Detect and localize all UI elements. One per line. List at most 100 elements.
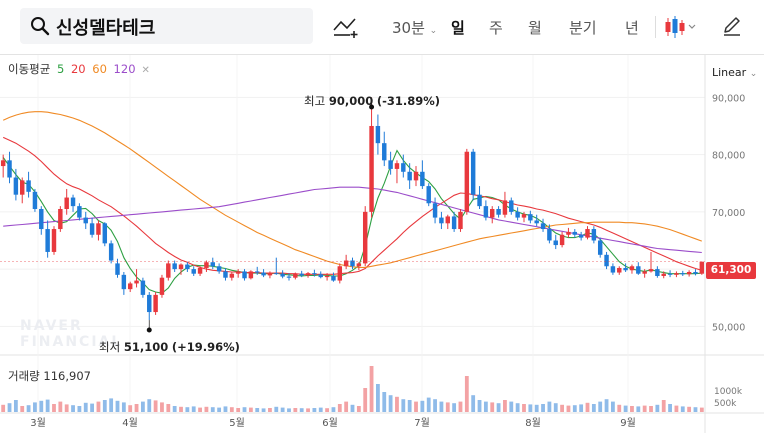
stock-search-box[interactable]: 신성델타테크 xyxy=(20,8,313,44)
volume-bar xyxy=(642,405,647,412)
candle-body xyxy=(337,266,343,281)
scale-selector[interactable]: Linear ⌄ xyxy=(712,66,757,79)
volume-bar xyxy=(661,400,666,412)
volume-bar xyxy=(414,401,418,412)
volume-bar xyxy=(13,400,18,412)
volume-bar xyxy=(318,407,323,412)
candle-body xyxy=(64,197,69,209)
moving-average-legend: 이동평균 5 20 60 120 ✕ xyxy=(8,61,153,77)
volume-bar xyxy=(668,404,672,412)
volume-bar xyxy=(306,408,310,412)
volume-tick-label: 500k xyxy=(714,399,737,409)
candle-body xyxy=(324,275,330,278)
volume-bar xyxy=(591,404,596,412)
candle-body xyxy=(356,263,362,267)
volume-bar xyxy=(509,401,514,412)
volume-bar xyxy=(369,366,374,412)
x-tick-label: 4월 xyxy=(122,417,138,429)
period-week-tab[interactable]: 주 xyxy=(489,17,503,38)
price-chart[interactable]: 90,00080,00070,00060,00050,0001000k500k … xyxy=(0,55,764,433)
close-icon[interactable]: ✕ xyxy=(142,65,150,76)
volume-bar xyxy=(287,408,291,412)
volume-bar xyxy=(337,404,342,412)
ma-line-20 xyxy=(2,136,702,275)
volume-bar xyxy=(566,405,571,412)
volume-bar xyxy=(490,402,495,412)
period-year-tab[interactable]: 년 xyxy=(625,17,639,38)
candle-body xyxy=(680,273,685,275)
candle-body xyxy=(210,262,215,267)
candle-body xyxy=(140,280,146,295)
candle-body xyxy=(147,294,152,313)
volume-bar xyxy=(248,407,253,412)
candle-body xyxy=(274,273,279,275)
candle-body xyxy=(13,177,19,195)
current-price-tag: 61,300 xyxy=(706,262,756,279)
chart-type-candle-icon[interactable] xyxy=(664,15,700,39)
candle-body xyxy=(572,231,578,235)
volume-bar xyxy=(426,397,431,412)
volume-bar xyxy=(191,406,196,412)
volume-bar xyxy=(102,400,107,412)
x-tick-label: 8월 xyxy=(525,417,541,429)
volume-bar xyxy=(604,399,609,412)
candle-body xyxy=(102,223,108,244)
volume-bar xyxy=(553,403,558,412)
candle-body xyxy=(566,231,571,235)
candle-body xyxy=(83,217,88,224)
candle-body xyxy=(432,203,438,218)
candle-body xyxy=(699,261,705,274)
candle-body xyxy=(597,240,603,255)
candle-body xyxy=(261,272,266,276)
low-annotation: 최저 51,100 (+19.96%) xyxy=(99,340,240,354)
candle-body xyxy=(178,264,184,270)
volume-bar xyxy=(699,407,704,412)
volume-bar xyxy=(293,408,298,412)
candle-body xyxy=(191,269,196,274)
candle-body xyxy=(293,273,298,278)
volume-bar xyxy=(204,406,209,412)
volume-bar xyxy=(395,396,399,412)
candle-body xyxy=(559,234,565,246)
period-30min-tab[interactable]: 30분 ⌄ xyxy=(392,17,437,38)
period-day-tab[interactable]: 일 xyxy=(451,17,465,38)
candle-body xyxy=(464,151,470,212)
x-tick-label: 5월 xyxy=(229,417,245,429)
candle-body xyxy=(267,273,273,276)
volume-bar xyxy=(382,392,387,412)
pencil-icon[interactable] xyxy=(722,15,742,37)
candle-body xyxy=(153,294,158,313)
volume-bar xyxy=(274,406,279,412)
volume-bar xyxy=(20,406,25,412)
volume-bars xyxy=(1,366,704,412)
candle-body xyxy=(534,220,539,224)
volume-tick-label: 1000k xyxy=(714,387,743,397)
candle-body xyxy=(197,267,203,274)
volume-bar xyxy=(210,407,215,412)
volume-bar xyxy=(363,388,368,412)
period-month-tab[interactable]: 월 xyxy=(528,17,542,38)
volume-bar xyxy=(77,406,82,412)
candle-body xyxy=(299,273,304,276)
candle-body xyxy=(648,269,654,272)
candle-body xyxy=(553,240,558,246)
volume-bar xyxy=(439,401,444,412)
volume-bar xyxy=(83,402,88,412)
candle-body xyxy=(470,151,476,195)
volume-title: 거래량 116,907 xyxy=(8,369,91,383)
volume-bar xyxy=(1,404,6,412)
volume-bar xyxy=(325,408,329,412)
search-icon xyxy=(31,17,50,36)
drawing-tool-icon[interactable] xyxy=(333,16,359,38)
candle-body xyxy=(318,274,323,278)
period-quarter-tab[interactable]: 분기 xyxy=(569,17,597,38)
candle-body xyxy=(540,223,546,230)
candle-body xyxy=(362,211,368,264)
volume-bar xyxy=(223,406,228,412)
candle-body xyxy=(305,273,311,276)
volume-bar xyxy=(268,408,272,412)
volume-bar xyxy=(598,401,603,412)
volume-bar xyxy=(90,403,94,412)
legend-ma-20: 20 xyxy=(67,62,86,76)
volume-bar xyxy=(496,403,501,412)
